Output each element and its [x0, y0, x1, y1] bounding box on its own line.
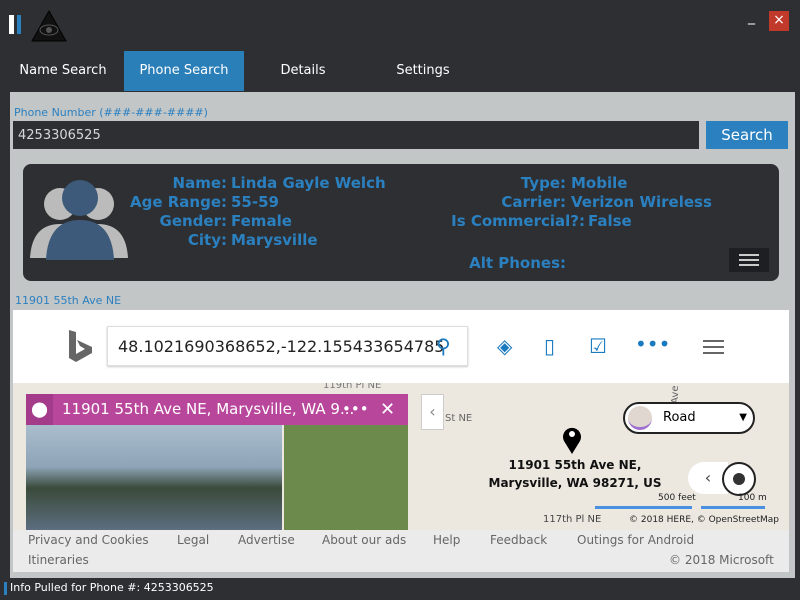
footer-link[interactable]: Advertise — [238, 533, 295, 547]
footer-link[interactable]: Privacy and Cookies — [28, 533, 149, 547]
phone-input[interactable] — [13, 121, 699, 149]
phone-label: Phone Number (###-###-####) — [14, 106, 208, 119]
scale-bar-m — [701, 506, 765, 509]
map-toolbar: 48.1021690368652,-122.155433654785 ⚲ ◈ ▯… — [13, 310, 789, 383]
more-icon[interactable]: ••• — [635, 332, 670, 356]
minimize-button[interactable]: _ — [748, 9, 755, 25]
age-value: 55-59 — [231, 193, 279, 211]
bing-map[interactable]: 119th Pl NE St NE 58th Ave 117th Pl NE 4… — [13, 310, 789, 530]
card-close-button[interactable]: ✕ — [380, 394, 395, 425]
type-label: Type: — [520, 174, 566, 192]
scale-m: 100 m — [738, 493, 767, 503]
map-type-dropdown[interactable]: Road ▼ — [623, 402, 755, 434]
traffic-icon[interactable]: ▯ — [544, 334, 555, 358]
location-card-header: ⬤ 11901 55th Ave NE, Marysville, WA 9...… — [26, 394, 408, 425]
collapse-panel-button[interactable]: ‹ — [421, 394, 444, 430]
alt-phones-menu-button[interactable] — [729, 248, 769, 272]
pin-icon: ⬤ — [26, 394, 53, 425]
city-value: Marysville — [231, 231, 318, 249]
carrier-value: Verizon Wireless — [571, 193, 712, 211]
address-label: 11901 55th Ave NE — [15, 294, 122, 307]
age-label: Age Range: — [129, 193, 227, 211]
carrier-label: Carrier: — [501, 193, 566, 211]
scale-feet: 500 feet — [658, 493, 696, 503]
my-places-icon[interactable]: ☑ — [589, 334, 607, 358]
chevron-down-icon: ▼ — [739, 412, 747, 423]
map-footer: Privacy and Cookies Legal Advertise Abou… — [13, 530, 789, 572]
footer-link[interactable]: Legal — [177, 533, 209, 547]
footer-link[interactable]: Feedback — [490, 533, 547, 547]
street-photo[interactable] — [26, 425, 282, 530]
gender-label: Gender: — [159, 212, 227, 230]
map-search-input[interactable]: 48.1021690368652,-122.155433654785 — [107, 326, 468, 366]
tab-phone-search[interactable]: Phone Search — [124, 51, 244, 91]
footer-link[interactable]: Itineraries — [28, 553, 89, 567]
scale-bar-feet — [595, 506, 692, 509]
pin-label-line1: 11901 55th Ave NE, — [508, 458, 642, 472]
street-label: 117th Pl NE — [541, 514, 604, 526]
location-card: ⬤ 11901 55th Ave NE, Marysville, WA 9...… — [26, 394, 408, 530]
city-label: City: — [187, 231, 227, 249]
map-type-value: Road — [663, 410, 696, 425]
avatar-icon — [30, 180, 128, 260]
directions-icon[interactable]: ◈ — [497, 334, 512, 358]
street-label: St NE — [445, 413, 473, 424]
result-card — [23, 164, 779, 281]
commercial-value: False — [588, 212, 632, 230]
footer-link[interactable]: About our ads — [322, 533, 406, 547]
status-bar: Info Pulled for Phone #: 4253306525 — [0, 578, 800, 600]
eye-triangle-logo — [31, 9, 67, 42]
map-pin-icon[interactable] — [561, 424, 583, 456]
locate-me-button[interactable] — [722, 462, 756, 496]
name-label: Name: — [172, 174, 227, 192]
commercial-label: Is Commercial?: — [451, 212, 585, 230]
road-map-icon — [628, 406, 652, 430]
location-card-title: 11901 55th Ave NE, Marysville, WA 9... — [62, 400, 355, 418]
menu-icon[interactable] — [703, 340, 724, 354]
footer-link[interactable]: Help — [433, 533, 460, 547]
close-button[interactable]: × — [769, 11, 789, 31]
card-more-button[interactable]: ••• — [342, 394, 369, 425]
aerial-photo[interactable] — [284, 425, 408, 530]
name-value: Linda Gayle Welch — [231, 174, 386, 192]
pin-label-line2: Marysville, WA 98271, US — [488, 476, 662, 490]
gender-value: Female — [231, 212, 292, 230]
bing-logo — [69, 330, 92, 362]
search-button[interactable]: Search — [706, 121, 788, 149]
search-icon[interactable]: ⚲ — [436, 334, 451, 358]
tab-settings[interactable]: Settings — [363, 51, 483, 91]
type-value: Mobile — [571, 174, 628, 192]
tab-details[interactable]: Details — [243, 51, 363, 91]
footer-link[interactable]: Outings for Android — [577, 533, 694, 547]
footer-copyright: © 2018 Microsoft — [669, 553, 774, 567]
tab-name-search[interactable]: Name Search — [3, 51, 123, 91]
alt-phones-label: Alt Phones: — [469, 254, 566, 272]
map-copyright: © 2018 HERE, © OpenStreetMap — [629, 515, 779, 525]
